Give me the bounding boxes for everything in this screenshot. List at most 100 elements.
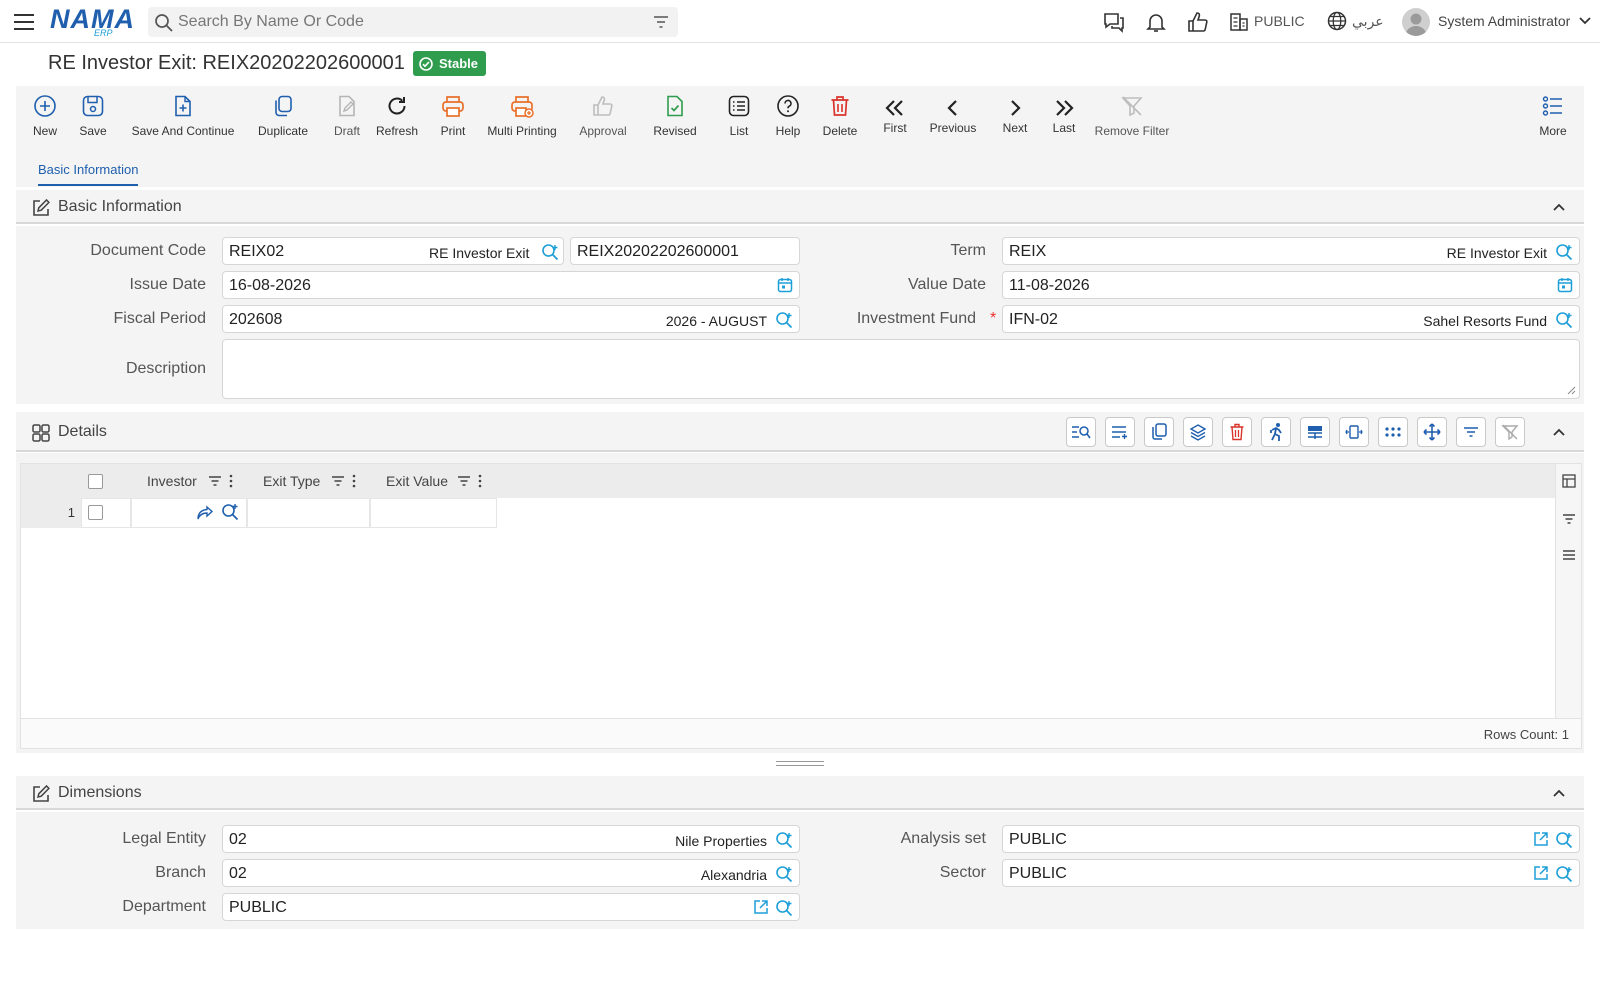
filter-panel-icon[interactable] (1562, 512, 1576, 526)
previous-button[interactable]: Previous (928, 86, 978, 154)
external-link-icon[interactable] (1533, 831, 1549, 847)
column-menu-icon[interactable] (477, 474, 483, 488)
table-row[interactable]: 1 (21, 498, 1557, 528)
chevron-up-icon[interactable] (1552, 786, 1566, 800)
term-value: REIX (1009, 243, 1047, 260)
row-checkbox[interactable] (88, 505, 103, 520)
language-globe-icon[interactable] (1326, 10, 1350, 34)
sector-field[interactable]: PUBLIC (1002, 859, 1580, 887)
print-button[interactable]: Print (438, 86, 468, 154)
expand-columns-button[interactable] (1339, 417, 1369, 447)
chevron-up-icon[interactable] (1552, 200, 1566, 214)
grid-search-button[interactable] (1066, 417, 1096, 447)
chevron-left-icon (946, 98, 960, 118)
first-button[interactable]: First (880, 86, 910, 154)
term-field[interactable]: REIX RE Investor Exit (1002, 237, 1580, 265)
column-header-investor[interactable]: Investor (147, 473, 197, 489)
investment-fund-field[interactable]: IFN-02 Sahel Resorts Fund (1002, 305, 1580, 333)
remove-filter-button[interactable]: Remove Filter (1095, 86, 1169, 154)
layers-button[interactable] (1183, 417, 1213, 447)
external-link-icon[interactable] (753, 899, 769, 915)
grid-filter-button[interactable] (1456, 417, 1486, 447)
exit-value-cell[interactable] (370, 498, 497, 528)
issue-date-field[interactable]: 16-08-2026 (222, 271, 800, 299)
select-all-checkbox[interactable] (88, 474, 103, 489)
nama-erp-logo[interactable]: NAMA ERP (50, 4, 134, 38)
menu-icon[interactable] (12, 10, 36, 34)
legal-entity-field[interactable]: 02 Nile Properties (222, 825, 800, 853)
add-lines-button[interactable] (1105, 417, 1135, 447)
resize-handle-icon[interactable] (1566, 385, 1576, 395)
calendar-icon[interactable] (777, 277, 793, 293)
lookup-search-icon[interactable] (1555, 311, 1573, 329)
panel-splitter[interactable] (776, 761, 824, 766)
chat-icon[interactable] (1102, 10, 1126, 34)
save-and-continue-button[interactable]: Save And Continue (130, 86, 236, 154)
column-filter-icon[interactable] (331, 474, 345, 488)
lookup-search-icon[interactable] (1555, 243, 1573, 261)
delete-button[interactable]: Delete (822, 86, 858, 154)
column-header-exit-value[interactable]: Exit Value (386, 473, 448, 489)
draft-button[interactable]: Draft (330, 86, 364, 154)
approval-button[interactable]: Approval (578, 86, 628, 154)
copy-rows-button[interactable] (1144, 417, 1174, 447)
external-link-icon[interactable] (1533, 865, 1549, 881)
thumbs-up-icon[interactable] (1186, 10, 1210, 34)
move-button[interactable] (1417, 417, 1447, 447)
lookup-search-icon[interactable] (775, 865, 793, 883)
lookup-search-icon[interactable] (775, 831, 793, 849)
lookup-search-icon[interactable] (541, 243, 559, 261)
lookup-search-icon[interactable] (1555, 865, 1573, 883)
notifications-bell-icon[interactable] (1144, 10, 1168, 34)
delete-rows-button[interactable] (1222, 417, 1252, 447)
lookup-search-icon[interactable] (221, 503, 239, 521)
dimensions-header[interactable]: Dimensions (16, 776, 1584, 810)
calendar-icon[interactable] (1557, 277, 1573, 293)
user-menu[interactable]: System Administrator (1402, 8, 1592, 36)
basic-information-header[interactable]: Basic Information (16, 190, 1584, 224)
document-code-field[interactable]: REIX02 RE Investor Exit (222, 237, 564, 265)
department-field[interactable]: PUBLIC (222, 893, 800, 921)
next-button[interactable]: Next (1000, 86, 1030, 154)
fiscal-period-field[interactable]: 202608 2026 - AUGUST (222, 305, 800, 333)
grid-layout-button[interactable] (1300, 417, 1330, 447)
save-button[interactable]: Save (76, 86, 110, 154)
lookup-search-icon[interactable] (1555, 831, 1573, 849)
filter-icon[interactable] (652, 13, 670, 31)
help-button[interactable]: Help (774, 86, 802, 154)
run-action-button[interactable] (1261, 417, 1291, 447)
language-label[interactable]: عربي (1352, 13, 1384, 30)
column-menu-icon[interactable] (228, 474, 234, 488)
refresh-button[interactable]: Refresh (374, 86, 420, 154)
document-number-field[interactable]: REIX20202202600001 (570, 237, 800, 265)
value-date-field[interactable]: 11-08-2026 (1002, 271, 1580, 299)
last-button[interactable]: Last (1050, 86, 1078, 154)
company-building-icon[interactable] (1228, 10, 1252, 34)
list-button[interactable]: List (726, 86, 752, 154)
analysis-set-field[interactable]: PUBLIC (1002, 825, 1580, 853)
details-header[interactable]: Details (16, 412, 1584, 452)
share-arrow-icon[interactable] (196, 505, 214, 521)
column-filter-icon[interactable] (208, 474, 222, 488)
tab-basic-information[interactable]: Basic Information (38, 162, 139, 186)
column-header-exit-type[interactable]: Exit Type (263, 473, 320, 489)
menu-lines-icon[interactable] (1562, 548, 1576, 562)
investor-cell[interactable] (131, 498, 247, 528)
branch-field[interactable]: 02 Alexandria (222, 859, 800, 887)
new-button[interactable]: New (30, 86, 60, 154)
more-options-button[interactable] (1378, 417, 1408, 447)
multi-printing-button[interactable]: Multi Printing (486, 86, 558, 154)
columns-panel-icon[interactable] (1562, 474, 1576, 488)
duplicate-button[interactable]: Duplicate (256, 86, 310, 154)
chevron-up-icon[interactable] (1552, 425, 1566, 439)
company-label[interactable]: PUBLIC (1254, 13, 1305, 29)
lookup-search-icon[interactable] (775, 899, 793, 917)
more-button[interactable]: More (1538, 86, 1568, 154)
exit-type-cell[interactable] (247, 498, 370, 528)
grid-remove-filter-button[interactable] (1495, 417, 1525, 447)
revised-button[interactable]: Revised (650, 86, 700, 154)
column-menu-icon[interactable] (351, 474, 357, 488)
search-input[interactable] (178, 12, 638, 32)
description-textarea[interactable] (222, 339, 1580, 399)
column-filter-icon[interactable] (457, 474, 471, 488)
